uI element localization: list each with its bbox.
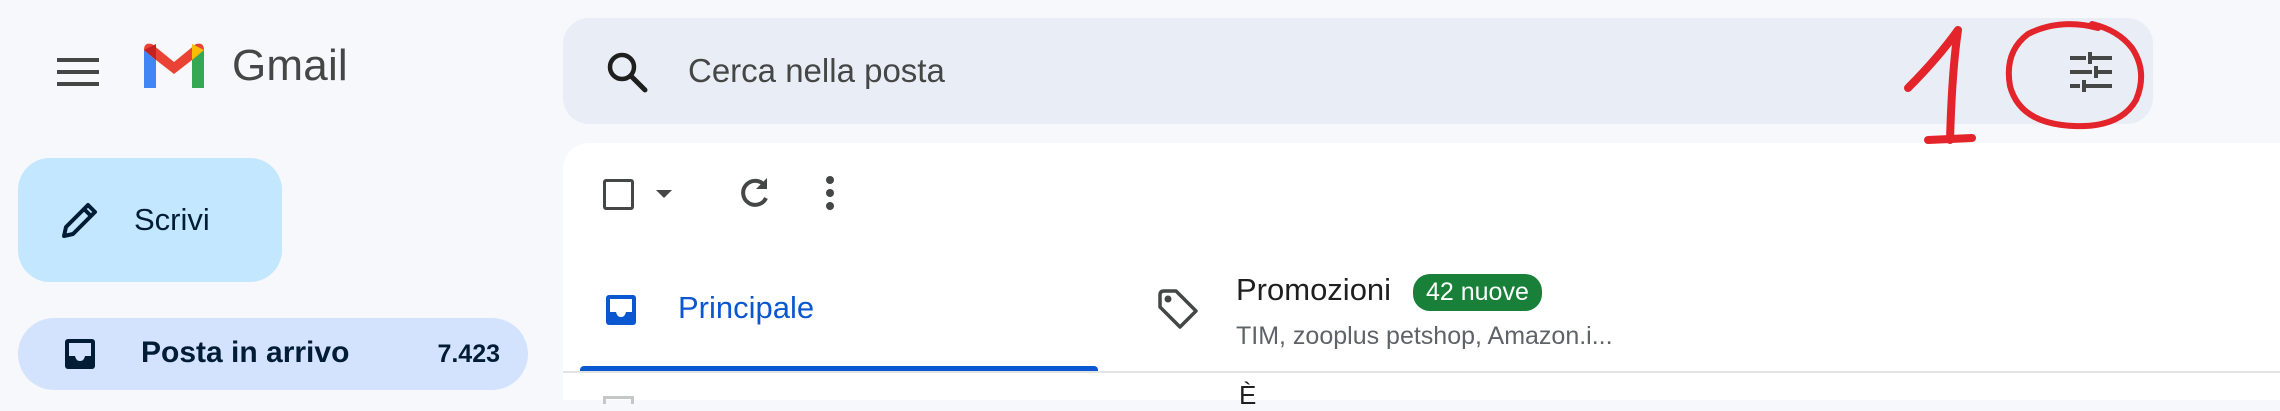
search-bar[interactable]: Cerca nella posta xyxy=(563,18,2153,124)
tune-icon xyxy=(2070,52,2112,92)
sidebar-item-inbox[interactable]: Posta in arrivo 7.423 xyxy=(18,318,528,390)
caret-down-icon[interactable] xyxy=(654,184,674,204)
more-vert-icon[interactable] xyxy=(823,174,837,212)
select-all-checkbox[interactable] xyxy=(603,179,634,210)
row-checkbox[interactable] xyxy=(603,396,634,404)
tag-icon xyxy=(1158,289,1198,329)
new-count-badge: 42 nuove xyxy=(1413,274,1542,311)
unread-count: 7.423 xyxy=(437,340,500,368)
sidebar-item-label: Posta in arrivo xyxy=(141,336,350,369)
inbox-icon xyxy=(65,339,95,369)
search-options-button[interactable] xyxy=(2060,44,2122,100)
email-row-partial-text: È xyxy=(1239,380,1257,410)
tab-promotions[interactable]: Promozioni 42 nuove TIM, zooplus petshop… xyxy=(1150,262,1790,372)
main-menu-button[interactable] xyxy=(52,46,104,98)
tab-label: Principale xyxy=(678,290,815,325)
tab-label: Promozioni xyxy=(1236,272,1392,307)
compose-label: Scrivi xyxy=(134,202,210,237)
search-icon[interactable] xyxy=(605,50,649,94)
gmail-wordmark: Gmail xyxy=(232,41,348,90)
compose-button[interactable]: Scrivi xyxy=(18,158,282,282)
inbox-icon xyxy=(606,295,636,325)
search-input[interactable]: Cerca nella posta xyxy=(688,52,945,90)
pencil-icon xyxy=(62,203,97,238)
refresh-icon[interactable] xyxy=(735,174,773,212)
hamburger-menu-icon xyxy=(57,58,99,86)
gmail-m-logo-icon xyxy=(144,43,204,88)
tab-senders-snippet: TIM, zooplus petshop, Amazon.i... xyxy=(1236,322,1613,350)
tab-primary[interactable]: Principale xyxy=(580,262,1098,372)
divider xyxy=(563,371,2280,373)
gmail-logo[interactable]: Gmail xyxy=(140,40,348,92)
